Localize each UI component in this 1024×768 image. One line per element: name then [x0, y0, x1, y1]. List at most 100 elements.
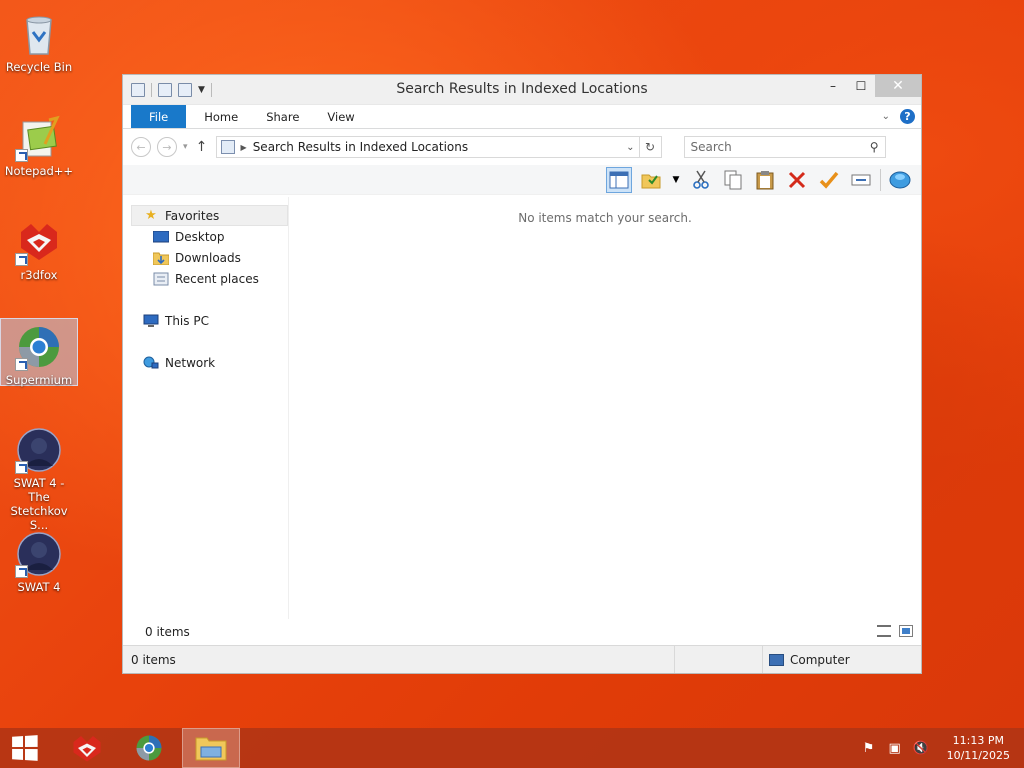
taskbar: ⚑ ▣ 🔇 11:13 PM 10/11/2025 — [0, 728, 1024, 768]
desktop-icon-r3dfox[interactable]: r3dfox — [0, 214, 78, 282]
tab-view[interactable]: View — [313, 105, 368, 128]
windows-logo-icon — [12, 735, 38, 761]
empty-results-message: No items match your search. — [518, 211, 692, 225]
details-view-icon[interactable] — [877, 625, 891, 637]
content-area: ★ Favorites Desktop Downloads Recent pla… — [123, 197, 921, 619]
shortcut-arrow-icon — [15, 149, 28, 162]
breadcrumb-chevron-right-icon[interactable]: ▶ — [241, 143, 247, 152]
delete-button[interactable] — [784, 167, 810, 193]
status-zone: Computer — [763, 646, 921, 673]
nav-item-recent-places[interactable]: Recent places — [123, 268, 288, 289]
taskbar-app-r3dfox[interactable] — [58, 728, 116, 768]
action-center-flag-icon[interactable]: ⚑ — [861, 740, 877, 756]
refresh-button[interactable]: ↻ — [639, 136, 662, 158]
preview-pane-button[interactable] — [606, 166, 632, 193]
nav-item-label: Downloads — [175, 250, 241, 265]
breadcrumb[interactable]: Search Results in Indexed Locations — [253, 140, 620, 154]
tab-home[interactable]: Home — [190, 105, 252, 128]
network-status-icon[interactable]: ▣ — [887, 740, 903, 756]
details-status-line: 0 items — [123, 619, 921, 645]
up-arrow-icon[interactable]: ↑ — [194, 139, 210, 155]
r3dfox-icon — [15, 218, 63, 266]
recycle-bin-icon — [15, 10, 63, 58]
taskbar-app-file-explorer[interactable] — [182, 728, 240, 768]
new-folder-icon[interactable] — [178, 82, 192, 97]
nav-item-downloads[interactable]: Downloads — [123, 247, 288, 268]
select-folder-button[interactable] — [638, 167, 664, 193]
desktop-icon-label: Notepad++ — [4, 164, 74, 178]
preview-pane-icon — [609, 171, 629, 188]
quick-access-toolbar: ▼ — [123, 82, 212, 97]
status-spacer — [675, 646, 763, 673]
search-box[interactable]: ⚲ — [683, 136, 886, 158]
start-button[interactable] — [0, 728, 48, 768]
tab-share[interactable]: Share — [252, 105, 313, 128]
maximize-button[interactable]: ☐ — [847, 75, 875, 97]
customize-qat-chevron-down-icon[interactable]: ▼ — [198, 85, 205, 95]
divider — [151, 82, 152, 97]
search-input[interactable] — [690, 140, 870, 154]
cut-button[interactable] — [688, 167, 714, 193]
desktop-icon-recycle-bin[interactable]: Recycle Bin — [0, 6, 78, 74]
search-location-icon — [220, 140, 235, 154]
large-icons-view-icon[interactable] — [899, 625, 913, 637]
back-button[interactable]: ← — [131, 137, 151, 157]
file-explorer-icon — [195, 737, 227, 761]
recent-locations-chevron-down-icon[interactable]: ▾ — [183, 142, 188, 152]
file-list-pane[interactable]: No items match your search. — [289, 197, 921, 619]
desktop-icon-label: SWAT 4 — [17, 580, 61, 594]
expand-ribbon-chevron-down-icon[interactable]: ⌄ — [882, 111, 890, 122]
folder-location-icon[interactable] — [131, 82, 145, 97]
forward-button[interactable]: → — [157, 137, 177, 157]
copy-button[interactable] — [720, 167, 746, 193]
apply-button[interactable] — [816, 167, 842, 193]
help-icon[interactable]: ? — [900, 109, 915, 124]
desktop-icon — [153, 230, 169, 244]
supermium-icon — [136, 735, 162, 761]
ribbon-tabs: File Home Share View ⌄ ? — [123, 105, 921, 129]
desktop-icon-swat4-stetchkov[interactable]: SWAT 4 - The Stetchkov S... — [0, 422, 78, 532]
explorer-window: ▼ Search Results in Indexed Locations – … — [122, 74, 922, 674]
network-icon — [143, 356, 159, 370]
title-bar[interactable]: ▼ Search Results in Indexed Locations – … — [123, 75, 921, 105]
view-toggle — [877, 625, 913, 637]
downloads-folder-icon — [153, 251, 169, 265]
item-count: 0 items — [145, 625, 190, 639]
folder-check-icon — [641, 174, 661, 188]
address-history-chevron-down-icon[interactable]: ⌄ — [626, 142, 634, 153]
nav-item-desktop[interactable]: Desktop — [123, 226, 288, 247]
status-item-count: 0 items — [123, 646, 675, 673]
clock[interactable]: 11:13 PM 10/11/2025 — [947, 733, 1010, 763]
minimize-button[interactable]: – — [819, 75, 847, 97]
window-title: Search Results in Indexed Locations — [396, 81, 648, 97]
taskbar-app-supermium[interactable] — [120, 728, 178, 768]
nav-item-label: Desktop — [175, 229, 225, 244]
close-button[interactable]: ✕ — [875, 75, 921, 97]
nav-item-this-pc[interactable]: This PC — [123, 310, 288, 331]
supermium-icon — [15, 323, 63, 371]
nav-item-network[interactable]: Network — [123, 352, 288, 373]
ribbon-right-controls: ⌄ ? — [882, 109, 915, 124]
desktop-icon-supermium[interactable]: Supermium — [0, 318, 78, 387]
nav-item-favorites[interactable]: ★ Favorites — [131, 205, 288, 226]
volume-muted-icon[interactable]: 🔇 — [913, 740, 929, 756]
nav-item-label: Recent places — [175, 271, 259, 286]
navigation-bar: ← → ▾ ↑ ▶ Search Results in Indexed Loca… — [123, 129, 921, 165]
desktop-icon-label: Recycle Bin — [5, 60, 73, 74]
network-button[interactable] — [887, 167, 913, 193]
notepad-plus-plus-icon — [15, 114, 63, 162]
desktop-icon-label: SWAT 4 - The Stetchkov S... — [10, 476, 68, 532]
rename-button[interactable] — [848, 167, 874, 193]
properties-icon[interactable] — [158, 82, 172, 97]
status-zone-label: Computer — [790, 652, 850, 667]
r3dfox-icon — [73, 736, 101, 762]
tab-file[interactable]: File — [131, 105, 187, 128]
star-icon: ★ — [145, 208, 157, 223]
search-icon[interactable]: ⚲ — [870, 140, 879, 154]
folder-options-chevron-down-icon[interactable]: ▼ — [670, 167, 682, 193]
paste-button[interactable] — [752, 167, 778, 193]
shortcut-arrow-icon — [15, 565, 28, 578]
desktop-icon-swat4[interactable]: SWAT 4 — [0, 526, 78, 594]
address-bar[interactable]: ▶ Search Results in Indexed Locations ⌄ — [215, 136, 640, 158]
desktop-icon-notepad[interactable]: Notepad++ — [0, 110, 78, 178]
